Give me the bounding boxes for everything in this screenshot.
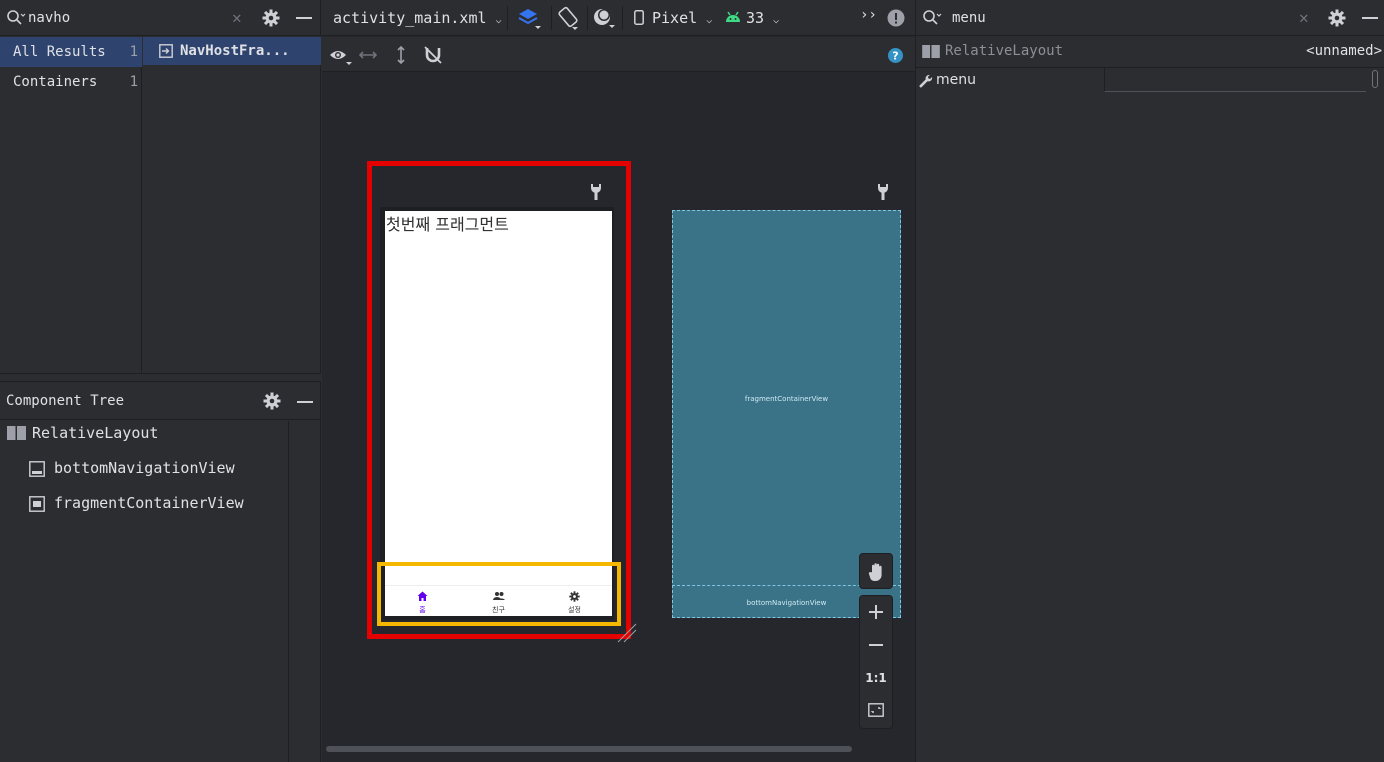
design-toolbar: activity_main.xml ⌵ Pixel ⌵ 33 ⌵ ›› [322, 0, 915, 36]
api-level: 33 [746, 9, 765, 27]
search-icon[interactable] [6, 9, 26, 27]
gear-icon[interactable] [1328, 9, 1346, 27]
chevron-down-icon: ⌵ [773, 15, 780, 26]
palette-search-bar: ✕ [0, 0, 321, 36]
relativelayout-icon [7, 426, 26, 440]
eye-icon[interactable] [329, 47, 353, 67]
warning-icon[interactable] [887, 9, 905, 27]
toolbar-separator [551, 6, 552, 30]
api-level-selector[interactable]: 33 ⌵ [746, 9, 779, 27]
help-icon[interactable]: ? [888, 48, 903, 63]
component-tree-header: Component Tree [0, 383, 321, 420]
component-id: <unnamed> [1306, 43, 1382, 59]
palette-results: NavHostFra... [143, 37, 321, 373]
minimize-icon[interactable] [1362, 17, 1378, 19]
vertical-resize-icon[interactable] [395, 46, 407, 64]
attributes-search-bar: ✕ [916, 0, 1384, 36]
file-name: activity_main.xml [333, 9, 487, 27]
palette-item-label: NavHostFra... [180, 43, 290, 59]
relativelayout-icon [922, 45, 940, 58]
pan-button[interactable] [859, 553, 893, 589]
layers-icon[interactable] [518, 7, 542, 31]
toolbar-separator [587, 6, 588, 30]
resize-handle-icon[interactable] [616, 622, 638, 644]
category-label: Containers [13, 74, 98, 90]
toolbar-separator [507, 6, 508, 30]
search-icon[interactable] [922, 9, 942, 27]
android-icon [725, 10, 741, 24]
attributes-pane [915, 0, 1384, 762]
wrench-icon[interactable] [876, 183, 890, 200]
theme-icon[interactable] [593, 8, 617, 30]
wrench-icon [919, 74, 933, 88]
fragment-container-icon [29, 496, 45, 512]
attribute-row-menu: menu [916, 67, 1384, 93]
minimize-icon[interactable] [296, 17, 312, 19]
horizontal-scrollbar[interactable] [326, 746, 852, 752]
category-all-results[interactable]: All Results 1 [0, 37, 142, 67]
category-count: 1 [129, 44, 138, 60]
minimize-icon[interactable] [297, 401, 313, 403]
zoom-actual-size-button[interactable]: 1:1 [860, 662, 892, 694]
component-tree: RelativeLayout bottomNavigationView frag… [0, 421, 289, 762]
zoom-controls: 1:1 [859, 595, 893, 729]
svg-text:?: ? [892, 50, 898, 63]
hand-icon [868, 562, 886, 582]
palette-search-input[interactable] [28, 6, 228, 30]
attributes-search-input[interactable] [952, 6, 1252, 30]
attribute-name: menu [936, 72, 976, 88]
category-containers[interactable]: Containers 1 [0, 67, 142, 97]
component-type: RelativeLayout [945, 43, 1064, 59]
overflow-button[interactable]: ›› [860, 7, 877, 23]
category-label: All Results [13, 44, 106, 60]
fit-screen-icon [860, 703, 892, 717]
tree-node-label: fragmentContainerView [54, 494, 244, 512]
magnet-off-icon[interactable] [424, 46, 442, 64]
zoom-in-button[interactable] [860, 596, 892, 628]
device-icon [634, 10, 644, 25]
attributes-scrollbar[interactable] [1372, 70, 1378, 88]
chevron-down-icon: ⌵ [706, 15, 713, 26]
toolbar-separator [622, 6, 623, 30]
gear-icon[interactable] [262, 9, 280, 27]
palette-categories: All Results 1 Containers 1 [0, 37, 142, 373]
clear-search-icon[interactable]: ✕ [1299, 9, 1309, 27]
bottom-nav-highlight-box [377, 562, 621, 626]
zoom-to-fit-button[interactable] [860, 695, 892, 727]
file-selector[interactable]: activity_main.xml ⌵ [333, 9, 502, 27]
device-selector[interactable]: Pixel ⌵ [652, 9, 712, 27]
gear-icon[interactable] [263, 392, 281, 410]
attribute-value-field[interactable] [1104, 68, 1366, 92]
attributes-component-header: RelativeLayout <unnamed> [916, 37, 1384, 67]
category-count: 1 [129, 74, 138, 90]
blueprint-fragment-label: fragmentContainerView [744, 395, 829, 403]
horizontal-resize-icon[interactable] [359, 49, 377, 61]
tree-node-label: RelativeLayout [32, 424, 159, 442]
bottom-navigation-icon [29, 461, 45, 477]
component-tree-title: Component Tree [6, 393, 125, 409]
tree-node-label: bottomNavigationView [54, 459, 235, 477]
palette-item-navhostfragment[interactable]: NavHostFra... [143, 37, 321, 65]
device-name: Pixel [652, 9, 698, 27]
view-options-toolbar: ? [322, 37, 915, 72]
clear-search-icon[interactable]: ✕ [232, 9, 242, 27]
orientation-icon[interactable] [556, 6, 582, 32]
chevron-down-icon: ⌵ [495, 15, 502, 26]
zoom-out-button[interactable] [860, 629, 892, 661]
panel-divider[interactable] [0, 373, 321, 382]
navhost-icon [159, 44, 173, 58]
